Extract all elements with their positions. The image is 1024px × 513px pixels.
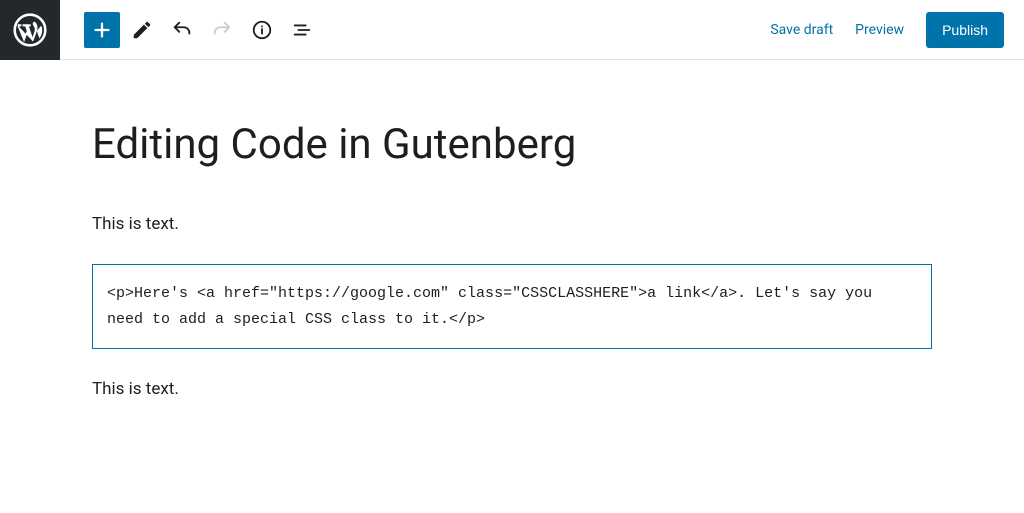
page-title[interactable]: Editing Code in Gutenberg xyxy=(92,120,932,169)
paragraph-block-1[interactable]: This is text. xyxy=(92,214,932,234)
html-code-block[interactable]: <p>Here's <a href="https://google.com" c… xyxy=(92,264,932,349)
paragraph-block-2[interactable]: This is text. xyxy=(92,379,932,399)
undo-icon xyxy=(171,19,193,41)
edit-mode-button[interactable] xyxy=(124,12,160,48)
add-block-button[interactable] xyxy=(84,12,120,48)
info-button[interactable] xyxy=(244,12,280,48)
undo-button[interactable] xyxy=(164,12,200,48)
editor-content-area: Editing Code in Gutenberg This is text. … xyxy=(92,60,932,399)
wordpress-logo[interactable] xyxy=(0,0,60,60)
editor-toolbar: Save draft Preview Publish xyxy=(0,0,1024,60)
plus-icon xyxy=(91,19,113,41)
toolbar-left-group xyxy=(60,12,320,48)
preview-button[interactable]: Preview xyxy=(855,22,904,38)
pencil-icon xyxy=(131,19,153,41)
redo-button[interactable] xyxy=(204,12,240,48)
list-icon xyxy=(291,19,313,41)
redo-icon xyxy=(211,19,233,41)
save-draft-button[interactable]: Save draft xyxy=(770,22,833,38)
info-icon xyxy=(251,19,273,41)
toolbar-right-group: Save draft Preview Publish xyxy=(770,12,1024,48)
outline-button[interactable] xyxy=(284,12,320,48)
publish-button[interactable]: Publish xyxy=(926,12,1004,48)
wordpress-icon xyxy=(13,13,47,47)
